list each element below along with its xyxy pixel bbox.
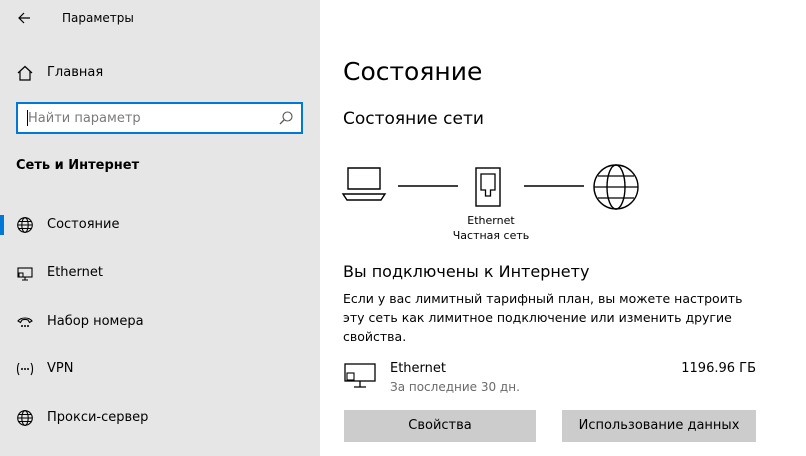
sidebar-item-label: Состояние [47, 217, 120, 232]
properties-button[interactable]: Свойства [344, 410, 536, 442]
globe-icon [17, 217, 33, 233]
section-title: Сеть и Интернет [16, 158, 140, 173]
page-title: Состояние [343, 57, 483, 86]
computer-icon [341, 167, 387, 201]
network-status-heading: Состояние сети [343, 109, 484, 129]
sidebar-item-proxy[interactable]: Прокси-сервер [0, 401, 320, 435]
connection-description: Если у вас лимитный тарифный план, вы мо… [343, 291, 743, 344]
home-icon [17, 65, 33, 81]
adapter-caption: Ethernet Частная сеть [448, 213, 534, 243]
text-cursor [27, 110, 28, 126]
sidebar-item-ethernet[interactable]: Ethernet [0, 256, 320, 290]
vpn-icon [16, 362, 34, 376]
sidebar-item-label: Набор номера [47, 314, 144, 329]
connected-heading: Вы подключены к Интернету [343, 262, 590, 281]
internet-globe-icon [593, 164, 639, 210]
adapter-name: Ethernet [467, 214, 515, 227]
ethernet-adapter-icon [475, 167, 501, 207]
usage-period: За последние 30 дн. [390, 380, 520, 394]
search-icon[interactable] [278, 110, 294, 126]
home-label: Главная [47, 65, 104, 80]
data-usage-value: 1196.96 ГБ [681, 361, 756, 376]
dial-up-icon [17, 317, 33, 327]
sidebar-item-label: Ethernet [47, 265, 103, 280]
sidebar-item-label: VPN [47, 361, 74, 376]
globe-icon [17, 410, 33, 426]
data-usage-button[interactable]: Использование данных [562, 410, 756, 442]
back-arrow-icon [18, 12, 30, 24]
active-indicator [0, 215, 4, 235]
sidebar-item-dial-up[interactable]: Набор номера [0, 305, 320, 339]
ethernet-connection-icon [344, 363, 376, 388]
home-nav-item[interactable]: Главная [0, 58, 320, 88]
connection-name: Ethernet [390, 361, 446, 376]
ethernet-icon [17, 267, 33, 281]
sidebar-item-label: Прокси-сервер [47, 410, 149, 425]
window-title: Параметры [62, 11, 134, 25]
sidebar: Параметры Главная Сеть и Интернет Состоя… [0, 0, 320, 456]
sidebar-item-status[interactable]: Состояние [0, 208, 320, 242]
back-button[interactable] [14, 8, 36, 28]
main-content: Состояние Состояние сети Ethernet Частна… [320, 0, 806, 456]
network-diagram [341, 164, 639, 210]
sidebar-item-vpn[interactable]: VPN [0, 352, 320, 386]
search-box[interactable] [16, 102, 303, 134]
network-type: Частная сеть [452, 229, 530, 242]
search-input[interactable] [18, 104, 268, 132]
